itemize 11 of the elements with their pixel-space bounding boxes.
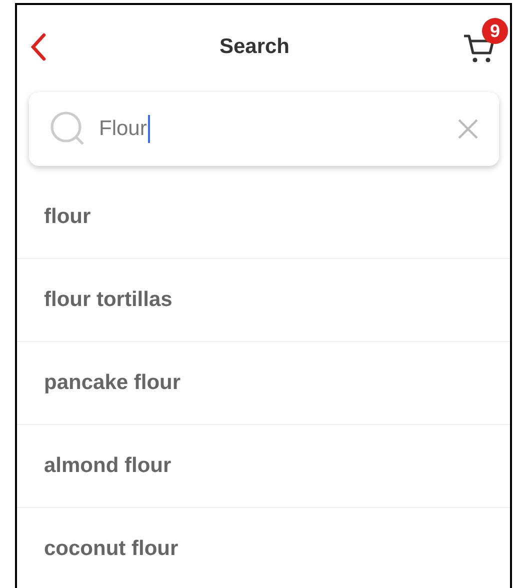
search-text: Flour xyxy=(99,117,147,141)
page-title: Search xyxy=(219,35,290,59)
search-field[interactable]: Flour xyxy=(29,92,499,166)
suggestion-item[interactable]: pancake flour xyxy=(17,342,510,425)
suggestion-item[interactable]: flour xyxy=(17,176,510,259)
cart-button[interactable]: 9 xyxy=(462,18,508,64)
suggestion-item[interactable]: almond flour xyxy=(17,425,510,508)
suggestion-item[interactable]: coconut flour xyxy=(17,508,510,588)
cart-count-badge: 9 xyxy=(482,18,508,44)
suggestion-item[interactable]: flour tortillas xyxy=(17,259,510,342)
back-button[interactable] xyxy=(29,32,47,62)
